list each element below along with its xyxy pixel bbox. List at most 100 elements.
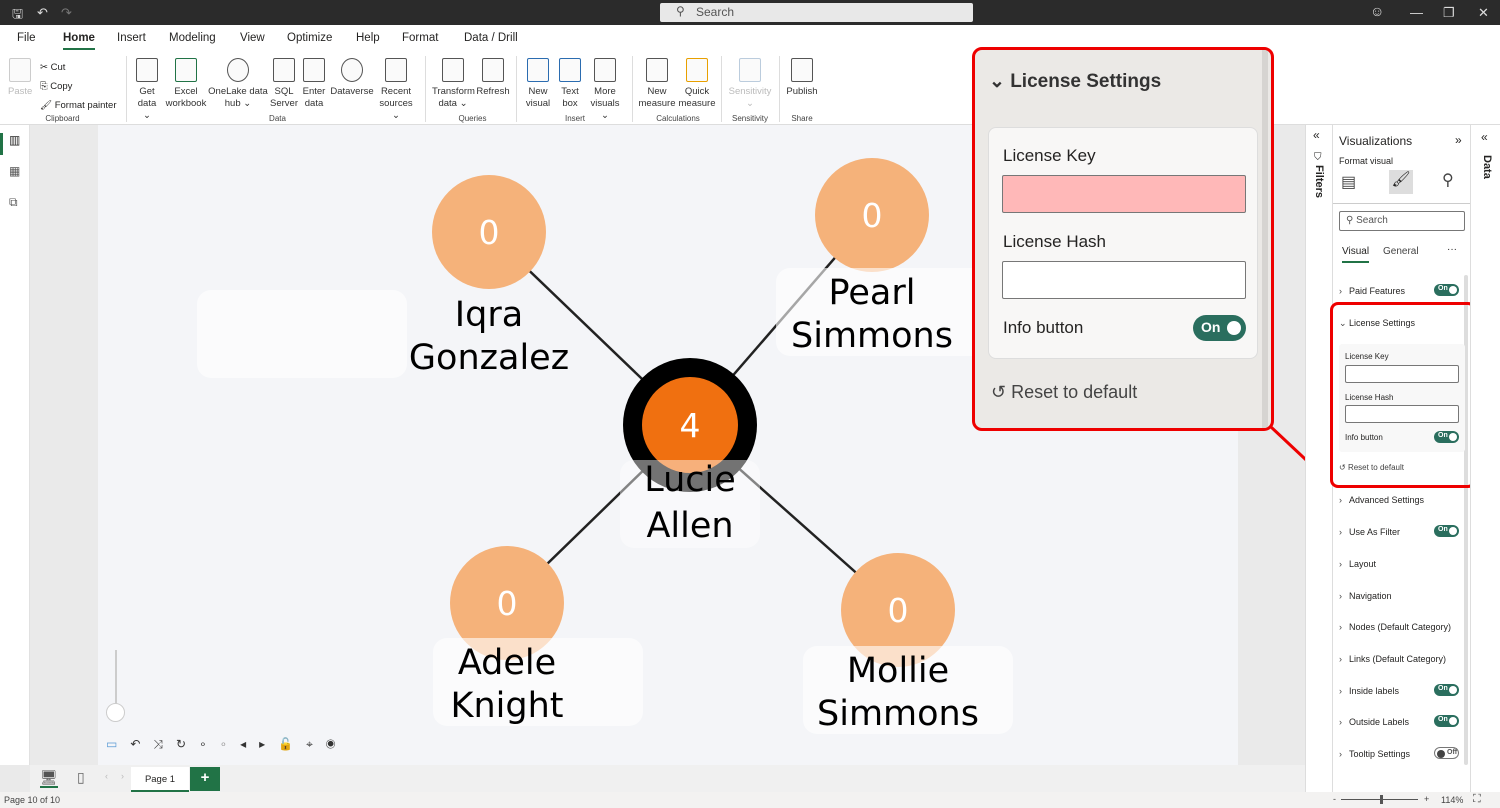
section-layout[interactable]: › Layout	[1339, 559, 1465, 569]
section-inside-labels[interactable]: › Inside labels On	[1339, 684, 1465, 696]
expand-filters-icon[interactable]: «	[1313, 128, 1320, 142]
tab-insert[interactable]: Insert	[117, 32, 146, 44]
refresh-layout-icon[interactable]: ↻	[176, 737, 199, 751]
chevron-right-icon: ›	[1339, 717, 1342, 727]
model-view-icon[interactable]: ⧉	[9, 195, 18, 210]
format-visual-icon[interactable]: 🖌	[1389, 170, 1413, 194]
section-nodes[interactable]: › Nodes (Default Category)	[1339, 622, 1465, 632]
add-page-button[interactable]: +	[190, 767, 220, 791]
format-painter-button[interactable]: 🖌 Format painter	[40, 96, 116, 115]
info-button-toggle[interactable]: On	[1193, 315, 1246, 341]
publish-button[interactable]: Publish	[785, 58, 819, 98]
center-node-label: Lucie	[644, 460, 736, 500]
excel-workbook-button[interactable]: Excel workbook	[163, 58, 209, 110]
flip-icon[interactable]: ◂▸	[240, 737, 278, 751]
desktop-layout-icon[interactable]: 🖥	[40, 769, 58, 788]
analytics-icon[interactable]: ⚲	[1442, 170, 1454, 190]
more-options-icon[interactable]: ···	[1447, 244, 1457, 255]
new-measure-button[interactable]: New measure	[638, 58, 676, 110]
collapse-viz-icon[interactable]: »	[1455, 133, 1462, 147]
section-outside-labels[interactable]: › Outside Labels On	[1339, 715, 1465, 727]
section-navigation[interactable]: › Navigation	[1339, 591, 1465, 601]
tab-home[interactable]: Home	[63, 32, 95, 50]
tab-format[interactable]: Format	[402, 32, 438, 44]
tab-visual[interactable]: Visual	[1342, 246, 1370, 263]
sensitivity-button[interactable]: Sensitivity ⌄	[726, 58, 774, 110]
license-hash-input[interactable]	[1002, 261, 1246, 299]
view-rail: ▥ ▦ ⧉	[0, 125, 30, 765]
fit-to-page-icon[interactable]: ⛶	[1473, 793, 1481, 806]
toggle[interactable]: On	[1434, 715, 1459, 727]
quick-measure-button[interactable]: Quick measure	[678, 58, 716, 110]
more-visuals-button[interactable]: More visuals ⌄	[586, 58, 624, 122]
unlock-icon[interactable]: 🔓	[278, 737, 306, 751]
license-key-input[interactable]	[1002, 175, 1246, 213]
node-label: Simmons	[791, 316, 953, 356]
new-visual-button[interactable]: New visual	[524, 58, 552, 110]
zoom-out-button[interactable]: -	[1333, 794, 1336, 804]
filters-pane-collapsed[interactable]: « ⛉ Filters	[1305, 125, 1332, 792]
toggle[interactable]: On	[1434, 684, 1459, 696]
report-view-icon[interactable]: ▥	[9, 133, 20, 147]
close-icon[interactable]: ✕	[1478, 5, 1489, 21]
tab-file[interactable]: File	[17, 32, 36, 44]
expand-icon[interactable]: ∘	[199, 737, 220, 751]
recent-sources-button[interactable]: Recent sources ⌄	[375, 58, 417, 122]
chevron-right-icon: ›	[1339, 559, 1342, 569]
table-view-icon[interactable]: ▦	[9, 164, 20, 178]
toggle[interactable]: On	[1434, 525, 1459, 537]
undo-graph-icon[interactable]: ↶	[130, 737, 153, 751]
paste-button[interactable]: Paste	[8, 58, 32, 98]
sql-server-button[interactable]: SQL Server	[270, 58, 298, 110]
section-tooltip-settings[interactable]: › Tooltip Settings Off	[1339, 747, 1465, 759]
page-tab-page-1[interactable]: Page 1	[131, 767, 189, 792]
minimize-icon[interactable]: —	[1410, 5, 1423, 20]
tab-view[interactable]: View	[240, 32, 265, 44]
minimap-icon[interactable]: ▭	[106, 737, 130, 751]
zoom-slider-thumb[interactable]	[1380, 795, 1383, 804]
search-input[interactable]: ⚲ Search	[660, 3, 973, 22]
account-icon[interactable]: ☺	[1370, 3, 1384, 19]
zoom-slider-handle[interactable]	[106, 703, 125, 722]
undo-icon[interactable]: ↶	[37, 5, 48, 21]
mobile-layout-icon[interactable]: ▯	[77, 769, 85, 786]
tab-help[interactable]: Help	[356, 32, 380, 44]
zoom-in-button[interactable]: +	[1424, 794, 1429, 804]
toggle[interactable]: On	[1434, 284, 1459, 296]
tab-general[interactable]: General	[1383, 246, 1419, 257]
enter-data-button[interactable]: Enter data	[300, 58, 328, 110]
section-label: Advanced Settings	[1349, 495, 1425, 505]
section-use-as-filter[interactable]: › Use As Filter On	[1339, 525, 1465, 537]
copy-button[interactable]: ⎘ Copy	[40, 77, 116, 96]
chevron-down-icon[interactable]: ⌄	[989, 71, 1005, 92]
section-advanced-settings[interactable]: › Advanced Settings	[1339, 495, 1465, 505]
get-data-button[interactable]: Get data ⌄	[133, 58, 161, 122]
tab-optimize[interactable]: Optimize	[287, 32, 332, 44]
dataverse-button[interactable]: Dataverse	[330, 58, 374, 98]
tab-modeling[interactable]: Modeling	[169, 32, 216, 44]
toggle[interactable]: Off	[1434, 747, 1459, 759]
refresh-button[interactable]: Refresh	[476, 58, 510, 98]
collapse-icon[interactable]: ∘	[220, 737, 241, 751]
compass-icon[interactable]: ◉	[326, 737, 349, 751]
text-box-button[interactable]: Text box	[556, 58, 584, 110]
onelake-button[interactable]: OneLake data hub ⌄	[208, 58, 268, 110]
reset-icon: ↺	[991, 382, 1007, 402]
reset-to-default-button[interactable]: ↺ Reset to default	[991, 382, 1137, 403]
next-page-icon[interactable]: ›	[121, 771, 124, 781]
shuffle-icon[interactable]: ⤨	[153, 737, 176, 751]
save-icon[interactable]: 🖫	[12, 5, 23, 27]
restore-icon[interactable]: ❐	[1443, 5, 1455, 21]
expand-data-icon[interactable]: «	[1481, 130, 1488, 144]
tab-data-drill[interactable]: Data / Drill	[464, 32, 518, 44]
transform-data-button[interactable]: Transform data ⌄	[432, 58, 475, 110]
cut-button[interactable]: ✂ Cut	[40, 58, 116, 77]
section-paid-features[interactable]: › Paid Features On	[1339, 284, 1465, 296]
focus-icon[interactable]: ⌖	[306, 737, 326, 751]
redo-icon[interactable]: ↷	[61, 5, 72, 21]
prev-page-icon[interactable]: ‹	[105, 771, 108, 781]
viz-search-input[interactable]: ⚲ Search	[1339, 211, 1465, 231]
section-links[interactable]: › Links (Default Category)	[1339, 654, 1465, 664]
build-visual-icon[interactable]: ▤	[1341, 172, 1356, 192]
data-pane-collapsed[interactable]: « Data	[1470, 125, 1500, 792]
